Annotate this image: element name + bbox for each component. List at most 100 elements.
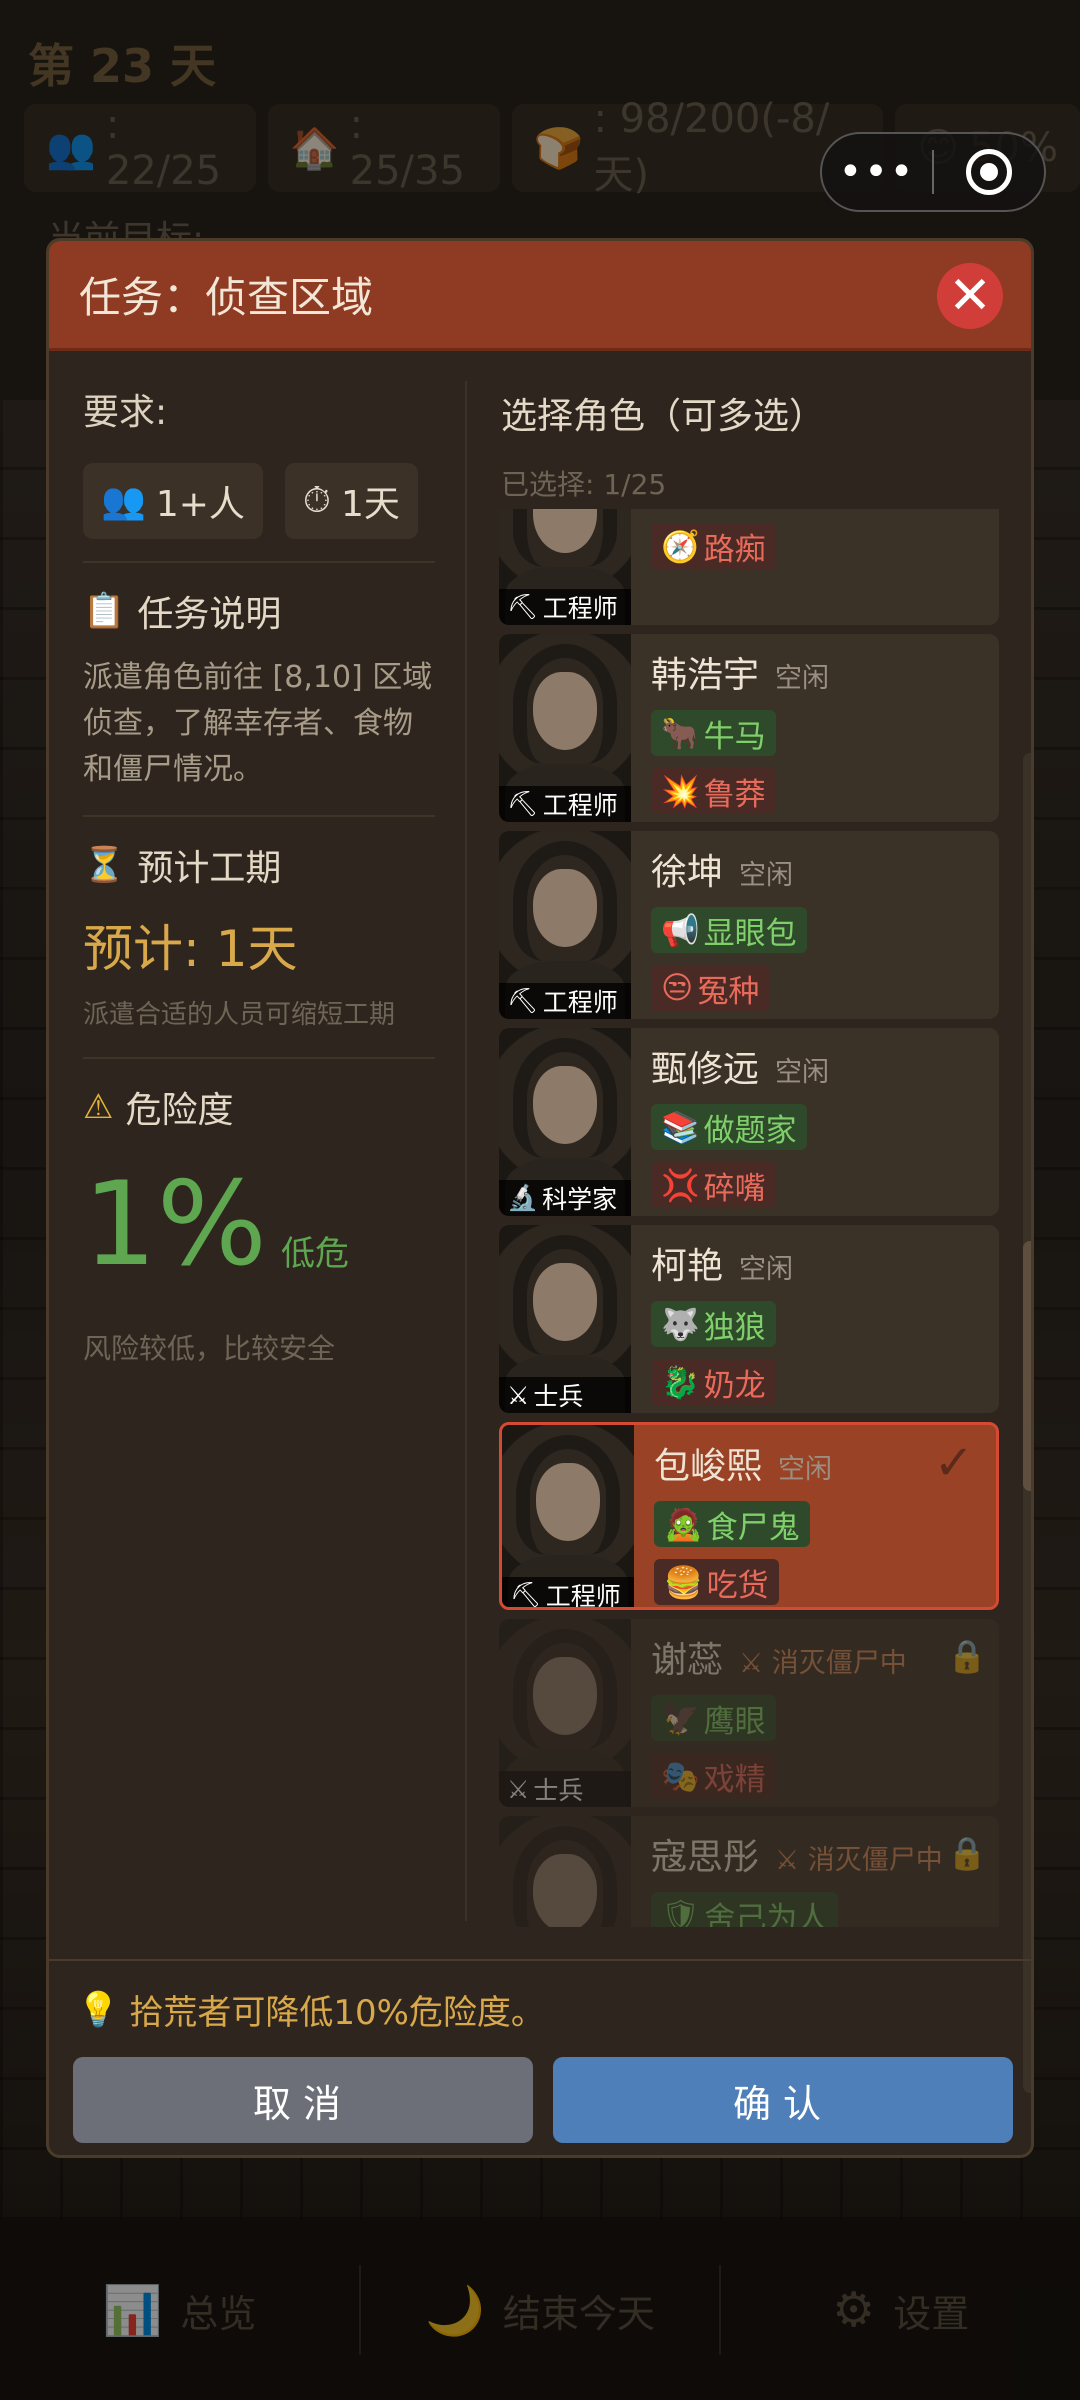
trait-icon: 📚	[661, 1109, 700, 1146]
character-card[interactable]: 🔬 科学家 甄修远 空闲 📚 做题家 💢 碎嘴	[499, 1028, 999, 1216]
role-icon: ⛏	[507, 592, 539, 621]
trait-label: 鲁莽	[703, 776, 766, 813]
trait-list: 📢 显眼包 😒 冤种	[651, 895, 989, 1011]
role-icon: ⚔	[507, 1380, 530, 1410]
role-label: 工程师	[542, 988, 618, 1017]
cancel-button[interactable]: 取消	[73, 2057, 533, 2143]
role-label: 工程师	[542, 791, 618, 820]
character-card[interactable]: ⛏ 工程师 包峻熙 空闲 🧟 食尸鬼 🍔 吃货 ✓	[499, 1422, 999, 1610]
danger-title: 危险度	[125, 1090, 234, 1131]
description-heading: 📋 任务说明	[83, 585, 435, 637]
character-info: 谢蕊 ⚔ 消灭僵尸中 🦅 鹰眼 🎭 戏精	[651, 1631, 989, 1799]
trait-badge: 📚 做题家	[651, 1104, 807, 1150]
trait-list: 📚 做题家 💢 碎嘴	[651, 1092, 989, 1208]
picker-title: 选择角色（可多选）	[501, 396, 826, 437]
trait-icon: 🛡	[661, 1897, 701, 1928]
trait-label: 独狼	[703, 1309, 766, 1346]
trait-label: 食尸鬼	[706, 1509, 800, 1546]
trait-list: 🛡舍己为人🤫I人	[651, 1880, 989, 1927]
character-name: 柯艳	[651, 1246, 724, 1287]
character-portrait: ⛏ 工程师	[499, 634, 631, 822]
character-status: 空闲	[775, 1057, 830, 1088]
close-button[interactable]: ✕	[937, 263, 1003, 329]
trait-badge: 📢 显眼包	[651, 907, 807, 953]
character-info: 徐坤 空闲 📢 显眼包 😒 冤种	[651, 843, 989, 1011]
trait-icon: 🐉	[661, 1364, 700, 1401]
character-card[interactable]: ⛏ 工程师 🧭 路痴	[499, 509, 999, 625]
clipboard-icon: 📋	[83, 591, 126, 631]
character-name: 寇思彤	[651, 1837, 760, 1878]
trait-label: 戏精	[703, 1761, 766, 1798]
name-line: 徐坤 空闲	[651, 843, 989, 895]
checkmark-icon: ✓	[933, 1435, 974, 1491]
role-tag: ⛏ 工程师	[502, 1577, 634, 1609]
lightbulb-icon: 💡	[77, 1989, 120, 2030]
trait-label: 舍己为人	[704, 1900, 829, 1928]
character-status: ⚔ 消灭僵尸中	[775, 1845, 943, 1876]
trait-badge: 😒 冤种	[651, 965, 770, 1011]
role-tag: ⛏ 工程师	[499, 983, 631, 1019]
role-tag: ⚔ 士兵	[499, 1377, 631, 1413]
trait-badge: 🐂 牛马	[651, 710, 776, 756]
confirm-button[interactable]: 确认	[553, 2057, 1013, 2143]
name-line: 甄修远 空闲	[651, 1040, 989, 1092]
character-portrait: ⛏ 工程师	[499, 509, 631, 625]
name-line: 寇思彤 ⚔ 消灭僵尸中	[651, 1828, 989, 1880]
danger-value-row: 1% 低危	[83, 1167, 435, 1283]
people-icon: 👥	[101, 481, 146, 522]
dialog-title: 任务：侦查区域	[79, 273, 374, 322]
trait-list: 🐂 牛马 💥 鲁莽	[651, 698, 989, 814]
warning-icon: ⚠	[83, 1087, 114, 1127]
trait-label: 碎嘴	[703, 1170, 766, 1207]
description-title: 任务说明	[137, 594, 282, 635]
character-card[interactable]: ⚔ 士兵 柯艳 空闲 🐺 独狼 🐉 奶龙	[499, 1225, 999, 1413]
character-list-items: ⛏ 工程师 🧭 路痴 ⛏ 工程师 韩浩宇 空闲 🐂 牛马 💥 鲁莽 ⛏ 工程师 徐坤 空闲 📢 显眼包 😒 冤种 🔬 科学…	[499, 509, 999, 1927]
character-card[interactable]: ⛏ 工程师 徐坤 空闲 📢 显眼包 😒 冤种	[499, 831, 999, 1019]
character-portrait: ⚔士兵	[499, 1619, 631, 1807]
lock-icon: 🔒	[947, 1637, 987, 1675]
character-picker-header: 选择角色（可多选） 已选择: 1/25	[501, 351, 1011, 503]
people-requirement: 👥 1+人	[83, 463, 263, 539]
more-menu-icon[interactable]: •••	[822, 152, 932, 192]
character-card[interactable]: ⛏ 工程师 韩浩宇 空闲 🐂 牛马 💥 鲁莽	[499, 634, 999, 822]
trait-badge: 🧟 食尸鬼	[654, 1501, 810, 1547]
people-requirement-text: 1+人	[155, 484, 245, 525]
character-name: 徐坤	[651, 852, 724, 893]
role-tag: ⚔ 士兵	[499, 1771, 631, 1807]
list-scrollbar-thumb[interactable]	[1023, 1241, 1031, 1491]
role-icon: ⛏	[507, 789, 539, 818]
name-line: 谢蕊 ⚔ 消灭僵尸中	[651, 1631, 989, 1683]
character-portrait: ⚔士兵	[499, 1816, 631, 1927]
trait-label: 鹰眼	[703, 1703, 766, 1740]
mission-dialog: 任务：侦查区域 ✕ 要求: 👥 1+人 ⏱ 1天 📋 任务说明 派遣角色前往 […	[46, 238, 1034, 2158]
trait-icon: 🎭	[661, 1758, 700, 1795]
close-miniprogram-icon[interactable]	[934, 149, 1044, 195]
role-tag: ⛏ 工程师	[499, 589, 631, 625]
trait-list: 🧟 食尸鬼 🍔 吃货	[654, 1489, 986, 1605]
trait-icon: 💢	[661, 1167, 700, 1204]
role-label: 工程师	[542, 594, 618, 623]
danger-heading: ⚠ 危险度	[83, 1081, 435, 1133]
character-portrait: ⛏ 工程师	[499, 831, 631, 1019]
duration-title: 预计工期	[137, 848, 282, 889]
character-card: ⚔ 士兵 谢蕊 ⚔ 消灭僵尸中 🦅 鹰眼 🎭 戏精 🔒	[499, 1619, 999, 1807]
character-card: ⚔士兵寇思彤 ⚔ 消灭僵尸中 🛡舍己为人🤫I人 🔒	[499, 1816, 999, 1927]
dialog-header: 任务：侦查区域 ✕	[49, 241, 1031, 351]
role-label: 科学家	[542, 1185, 618, 1214]
divider	[83, 815, 435, 817]
character-info: 柯艳 空闲 🐺 独狼 🐉 奶龙	[651, 1237, 989, 1405]
character-info: 🧭 路痴	[651, 523, 989, 569]
mission-description: 派遣角色前往 [8,10] 区域侦查，了解幸存者、食物和僵尸情况。	[83, 660, 433, 787]
trait-label: 冤种	[697, 973, 760, 1010]
column-divider	[465, 381, 467, 1921]
trait-icon: 😒	[661, 970, 694, 1006]
trait-badge: 🍔 吃货	[654, 1559, 779, 1605]
name-line: 柯艳 空闲	[651, 1237, 989, 1289]
danger-note: 风险较低，比较安全	[83, 1332, 336, 1365]
role-icon: ⛏	[510, 1580, 542, 1609]
character-status: ⚔ 消灭僵尸中	[739, 1648, 907, 1679]
trait-icon: 📢	[661, 912, 700, 949]
duration-heading: ⏳ 预计工期	[83, 839, 435, 891]
character-list[interactable]: ⛏ 工程师 🧭 路痴 ⛏ 工程师 韩浩宇 空闲 🐂 牛马 💥 鲁莽 ⛏ 工程师 徐坤 空闲 📢 显眼包 😒 冤种 🔬 科学…	[499, 509, 1015, 1927]
duration-estimate: 预计: 1天	[83, 920, 298, 978]
